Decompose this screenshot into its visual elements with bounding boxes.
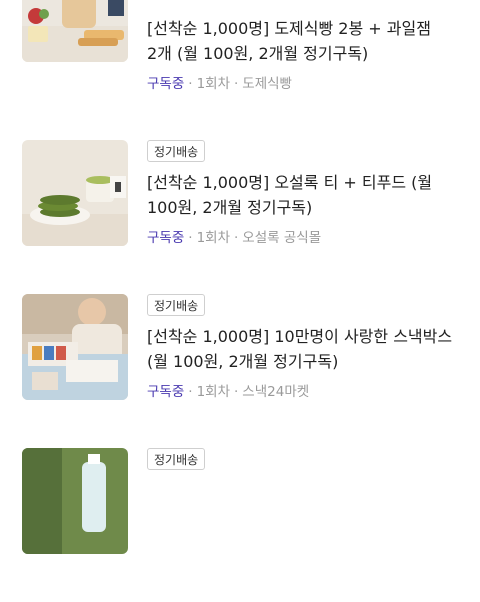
bread-photo-icon (22, 0, 128, 62)
snack-box-photo-icon (22, 294, 128, 400)
item-info: 정기배송 [선착순 1,000명] 10만명이 사랑한 스낵박스(월 100원,… (147, 294, 460, 402)
seller-name[interactable]: 오설록 공식몰 (242, 230, 321, 246)
delivery-badge: 정기배송 (147, 448, 206, 470)
seller-name[interactable]: 도제식빵 (242, 76, 292, 92)
water-bottle-photo-icon (22, 448, 128, 554)
item-meta: 구독중 · 1회차 · 도제식빵 (147, 76, 292, 92)
subscription-status: 구독중 (147, 384, 185, 400)
item-info: [선착순 1,000명] 도제식빵 2봉 + 과일잼 2개 (월 100원, 2… (147, 16, 460, 94)
product-thumbnail[interactable] (22, 0, 128, 62)
list-item[interactable]: [선착순 1,000명] 도제식빵 2봉 + 과일잼 2개 (월 100원, 2… (0, 0, 480, 140)
list-item[interactable]: 정기배송 [선착순 1,000명] 오설록 티 + 티푸드 (월 100원, 2… (0, 140, 480, 294)
item-meta: 구독중 · 1회차 · 오설록 공식몰 (147, 230, 322, 246)
item-title[interactable]: [선착순 1,000명] 도제식빵 2봉 + 과일잼 2개 (월 100원, 2… (147, 16, 460, 66)
product-thumbnail[interactable] (22, 448, 128, 554)
seller-name[interactable]: 스낵24마켓 (242, 384, 309, 400)
round-count: 1회차 (196, 76, 230, 92)
subscription-status: 구독중 (147, 76, 185, 92)
round-count: 1회차 (196, 384, 230, 400)
list-item[interactable]: 정기배송 [선착순 1,000명] 10만명이 사랑한 스낵박스(월 100원,… (0, 294, 480, 448)
item-info: 정기배송 (147, 448, 460, 470)
subscription-status: 구독중 (147, 230, 185, 246)
item-title[interactable]: [선착순 1,000명] 오설록 티 + 티푸드 (월 100원, 2개월 정기… (147, 170, 460, 220)
round-count: 1회차 (196, 230, 230, 246)
delivery-badge: 정기배송 (147, 294, 206, 316)
green-tea-cookie-photo-icon (22, 140, 128, 246)
list-item[interactable]: 정기배송 (0, 448, 480, 602)
item-title[interactable]: [선착순 1,000명] 10만명이 사랑한 스낵박스(월 100원, 2개월 … (147, 324, 460, 374)
item-info: 정기배송 [선착순 1,000명] 오설록 티 + 티푸드 (월 100원, 2… (147, 140, 460, 248)
product-thumbnail[interactable] (22, 294, 128, 400)
item-meta: 구독중 · 1회차 · 스낵24마켓 (147, 384, 310, 400)
delivery-badge: 정기배송 (147, 140, 206, 162)
product-thumbnail[interactable] (22, 140, 128, 246)
subscription-list: [선착순 1,000명] 도제식빵 2봉 + 과일잼 2개 (월 100원, 2… (0, 0, 480, 602)
